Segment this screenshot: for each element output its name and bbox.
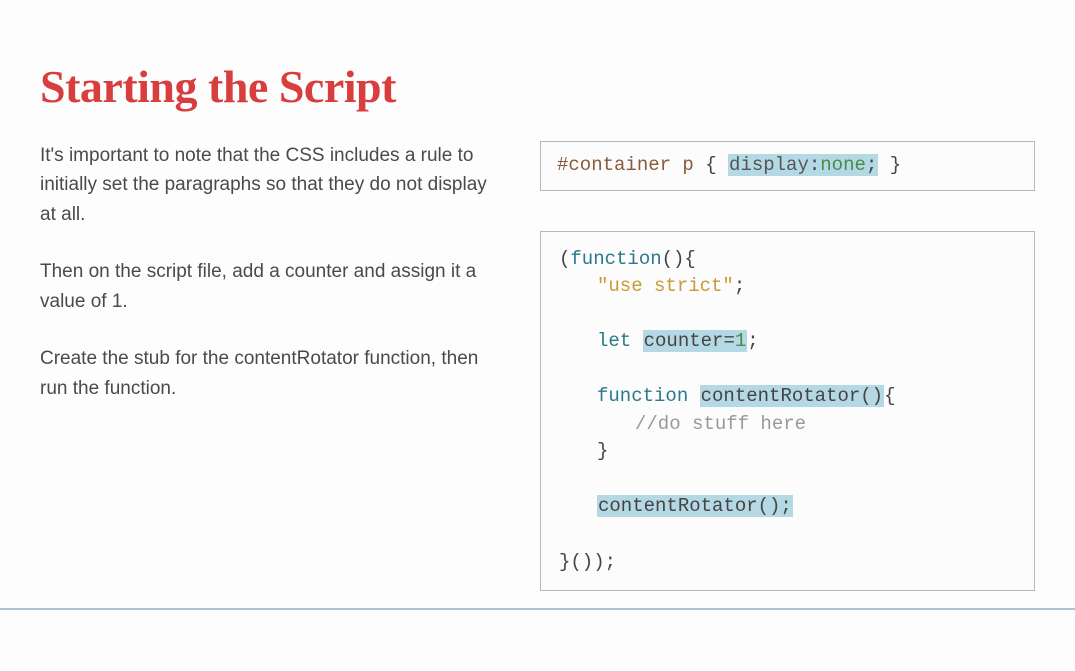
- paragraph-1: It's important to note that the CSS incl…: [40, 141, 500, 229]
- css-highlight: display:none;: [728, 154, 878, 176]
- js-line-7: contentRotator();: [559, 493, 1016, 521]
- js-line-2: "use strict";: [559, 273, 1016, 301]
- js-line-4: function contentRotator(){: [559, 383, 1016, 411]
- css-code-box: #container p { display:none; }: [540, 141, 1035, 191]
- text-column: It's important to note that the CSS incl…: [40, 141, 500, 631]
- js-highlight-call: contentRotator();: [597, 495, 793, 517]
- js-line-8: }());: [559, 549, 1016, 577]
- css-colon: :: [809, 154, 820, 176]
- content-area: It's important to note that the CSS incl…: [40, 141, 1035, 631]
- css-brace-close: }: [890, 154, 901, 176]
- css-value: none: [820, 154, 866, 176]
- code-column: #container p { display:none; } (function…: [540, 141, 1035, 631]
- css-selector: #container p: [557, 154, 694, 176]
- css-brace-open: {: [705, 154, 716, 176]
- js-highlight-counter: counter=1: [643, 330, 748, 352]
- js-code-box: (function(){ "use strict"; let counter=1…: [540, 231, 1035, 592]
- slide-container: Starting the Script It's important to no…: [0, 0, 1075, 671]
- js-line-3: let counter=1;: [559, 328, 1016, 356]
- js-line-1: (function(){: [559, 246, 1016, 274]
- css-semicolon: ;: [866, 154, 877, 176]
- js-line-5: //do stuff here: [559, 411, 1016, 439]
- slide-title: Starting the Script: [40, 60, 1035, 113]
- css-property: display: [729, 154, 809, 176]
- paragraph-2: Then on the script file, add a counter a…: [40, 257, 500, 316]
- paragraph-3: Create the stub for the contentRotator f…: [40, 344, 500, 403]
- js-highlight-fn: contentRotator(): [700, 385, 884, 407]
- js-line-6: }: [559, 438, 1016, 466]
